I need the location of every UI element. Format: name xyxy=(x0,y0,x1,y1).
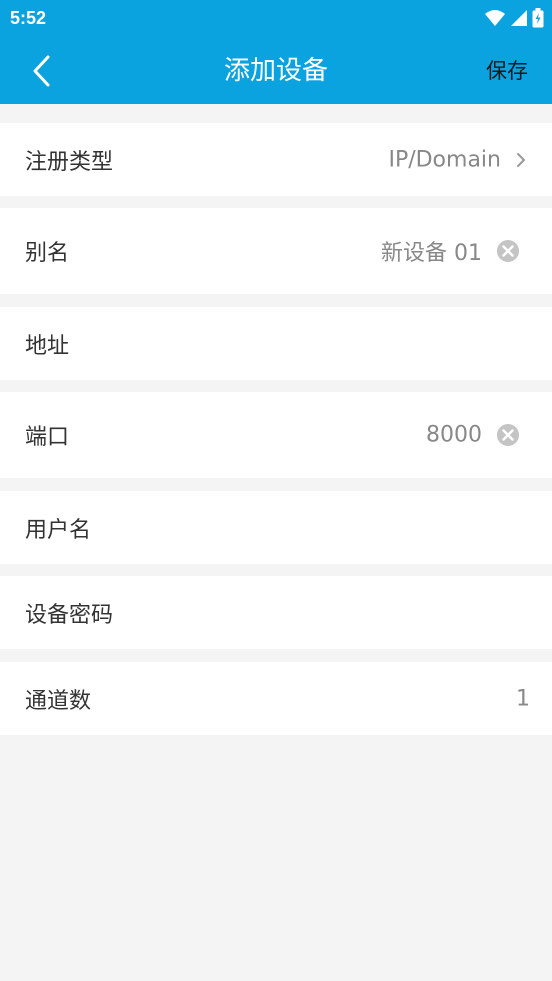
username-label: 用户名 xyxy=(25,517,92,543)
alias-label: 别名 xyxy=(25,241,70,266)
wifi-icon xyxy=(485,10,505,26)
back-button[interactable] xyxy=(20,49,64,93)
battery-icon xyxy=(532,8,544,28)
save-button[interactable]: 保存 xyxy=(486,57,528,85)
channels-label: 通道数 xyxy=(25,688,92,714)
register-type-row[interactable]: 注册类型 IP/Domain xyxy=(0,123,552,196)
alias-field[interactable]: 新设备 01 xyxy=(381,235,482,267)
app-bar: 添加设备 保存 xyxy=(0,38,552,104)
status-icons xyxy=(480,7,544,29)
password-row: 设备密码 xyxy=(0,576,552,649)
port-label: 端口 xyxy=(25,425,70,450)
chevron-right-icon xyxy=(514,151,528,169)
register-type-value: IP/Domain xyxy=(388,147,501,172)
alias-row: 别名 新设备 01 xyxy=(0,208,552,294)
password-label: 设备密码 xyxy=(25,602,114,628)
register-type-label: 注册类型 xyxy=(25,149,114,175)
status-bar: 5:52 xyxy=(0,0,552,38)
address-row: 地址 xyxy=(0,307,552,380)
clear-icon xyxy=(497,424,519,446)
port-row: 端口 8000 xyxy=(0,392,552,478)
status-time: 5:52 xyxy=(10,8,47,28)
chevron-left-icon xyxy=(33,55,50,87)
username-row: 用户名 xyxy=(0,491,552,564)
page-title: 添加设备 xyxy=(223,56,328,86)
channels-field[interactable]: 1 xyxy=(516,686,530,711)
cell-signal-icon xyxy=(511,10,527,26)
port-field[interactable]: 8000 xyxy=(426,423,482,448)
alias-clear-button[interactable] xyxy=(496,239,520,263)
channels-row: 通道数 1 xyxy=(0,662,552,735)
port-clear-button[interactable] xyxy=(496,423,520,447)
address-label: 地址 xyxy=(25,333,70,359)
clear-icon xyxy=(497,240,519,262)
